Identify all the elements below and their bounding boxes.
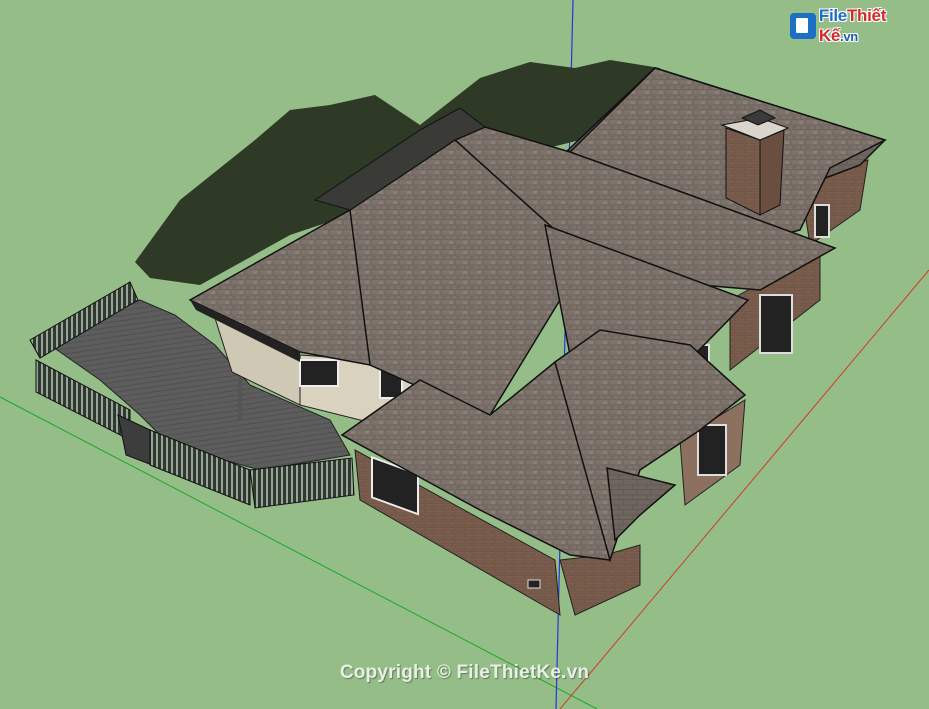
window <box>697 424 727 476</box>
roof-dormer <box>606 467 677 542</box>
logo-badge-icon <box>790 13 816 39</box>
logo-word-ke: Kế <box>818 26 841 45</box>
house-3d-model[interactable] <box>0 0 929 709</box>
logo-tld: .vn <box>840 29 858 44</box>
chimney-front <box>759 129 785 216</box>
logo-word-file: File <box>818 6 847 25</box>
logo-word-thiet: Thiết <box>846 6 887 25</box>
chimney <box>720 109 790 216</box>
copyright-watermark: Copyright © FileThietKe.vn <box>339 662 590 683</box>
window <box>299 359 339 387</box>
window <box>759 294 793 354</box>
vent <box>527 579 541 589</box>
filethietke-logo: FileThiết Kế.vn <box>790 6 929 45</box>
logo-text: FileThiết Kế.vn <box>819 6 929 46</box>
window <box>814 204 830 238</box>
modeling-viewport[interactable]: FileThiết Kế.vn Copyright © FileThietKe.… <box>0 0 929 709</box>
